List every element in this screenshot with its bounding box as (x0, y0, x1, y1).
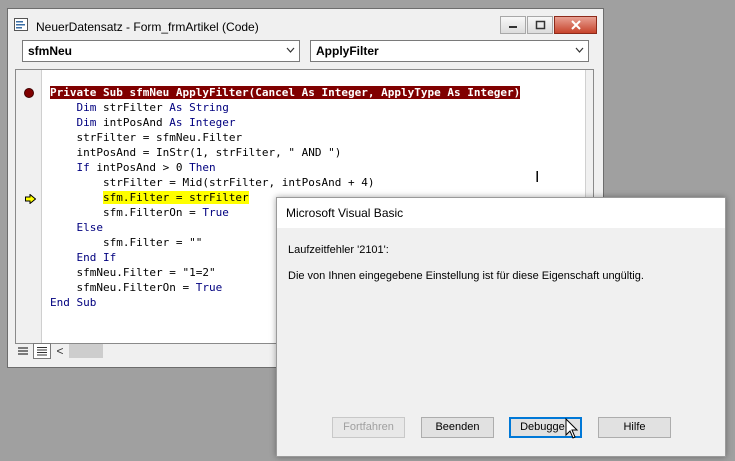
continue-button[interactable]: Fortfahren (332, 417, 405, 438)
code-token: strFilter (96, 101, 170, 114)
maximize-button[interactable] (527, 16, 553, 34)
dialog-buttons: Fortfahren Beenden Debuggen Hilfe (277, 416, 725, 440)
error-number: Laufzeitfehler '2101': (288, 244, 389, 256)
procedure-dropdown[interactable]: ApplyFilter (310, 40, 589, 62)
code-line[interactable]: Dim strFilter As String (50, 100, 520, 115)
procedure-dropdown-value: ApplyFilter (316, 44, 379, 58)
code-token: End Sub (50, 296, 97, 309)
end-button[interactable]: Beenden (421, 417, 494, 438)
vba-module-icon (14, 18, 28, 31)
code-token: Dim (76, 116, 97, 129)
code-token: Then (189, 161, 216, 174)
code-line[interactable]: intPosAnd = InStr(1, strFilter, " AND ") (50, 145, 520, 160)
scroll-left-icon[interactable]: < (53, 344, 67, 358)
horizontal-scroll-thumb[interactable] (69, 344, 103, 358)
mouse-pointer-icon (565, 418, 579, 439)
code-token: intPosAnd > 0 (89, 161, 190, 174)
procedure-view-icon[interactable] (15, 344, 31, 358)
code-token: intPosAnd = InStr(1, strFilter, " AND ") (76, 146, 342, 159)
code-token: sfmNeu.FilterOn = (76, 281, 196, 294)
error-message: Die von Ihnen eingegebene Einstellung is… (288, 270, 644, 282)
code-token: If (76, 161, 90, 174)
bottom-bar: < (15, 342, 285, 360)
code-token: True (202, 206, 229, 219)
execution-pointer-icon (25, 194, 36, 204)
object-dropdown-value: sfmNeu (28, 44, 73, 58)
code-line[interactable]: strFilter = Mid(strFilter, intPosAnd + 4… (50, 175, 520, 190)
restore-icon (535, 20, 546, 30)
minimize-icon (509, 26, 517, 28)
code-token: sfm.Filter = strFilter (102, 191, 249, 204)
code-token: intPosAnd (96, 116, 170, 129)
code-token: As String (169, 101, 229, 114)
code-line[interactable]: Private Sub sfmNeu ApplyFilter(Cancel As… (50, 85, 521, 100)
close-button[interactable] (554, 16, 597, 34)
chevron-down-icon (575, 47, 584, 53)
close-icon (570, 20, 581, 30)
code-token: sfm.FilterOn = (102, 206, 203, 219)
code-token: True (195, 281, 223, 294)
object-dropdown[interactable]: sfmNeu (22, 40, 300, 62)
code-token: As Integer (169, 116, 236, 129)
window-title: NeuerDatensatz - Form_frmArtikel (Code) (36, 20, 259, 34)
code-token: End If (76, 251, 117, 264)
minimize-button[interactable] (500, 16, 526, 34)
dialog-title[interactable]: Microsoft Visual Basic (277, 198, 725, 228)
horizontal-scroll-track[interactable] (103, 344, 278, 358)
code-token: strFilter = sfmNeu.Filter (76, 131, 243, 144)
code-token: Dim (76, 101, 97, 114)
title-bar[interactable]: NeuerDatensatz - Form_frmArtikel (Code) (8, 9, 603, 39)
text-cursor-icon: Ι (535, 169, 540, 186)
code-line[interactable]: If intPosAnd > 0 Then (50, 160, 520, 175)
code-token: Private Sub sfmNeu ApplyFilter(Cancel As… (50, 86, 521, 99)
chevron-down-icon (286, 47, 295, 53)
code-token: strFilter = Mid(strFilter, intPosAnd + 4… (102, 176, 375, 189)
error-dialog: Microsoft Visual Basic Laufzeitfehler '2… (276, 197, 726, 457)
code-token: Else (76, 221, 104, 234)
code-line[interactable]: Dim intPosAnd As Integer (50, 115, 520, 130)
caption-buttons (499, 16, 597, 35)
code-token: sfmNeu.Filter = "1=2" (76, 266, 216, 279)
indicator-margin[interactable] (16, 70, 42, 343)
code-token: sfm.Filter = "" (102, 236, 203, 249)
dialog-body: Laufzeitfehler '2101': Die von Ihnen ein… (277, 228, 725, 410)
code-line[interactable]: strFilter = sfmNeu.Filter (50, 130, 520, 145)
breakpoint-icon[interactable] (24, 88, 34, 98)
help-button[interactable]: Hilfe (598, 417, 671, 438)
full-module-view-icon[interactable] (33, 343, 51, 359)
